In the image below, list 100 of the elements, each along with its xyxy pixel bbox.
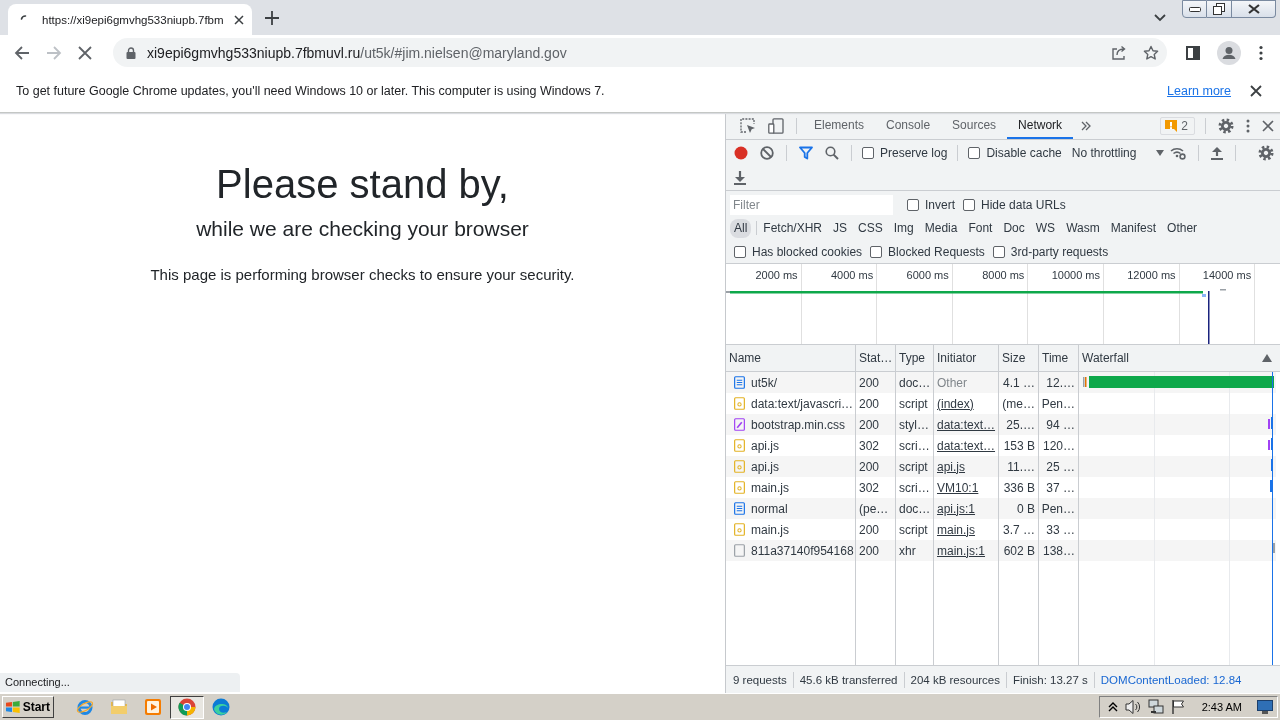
close-icon[interactable] bbox=[1262, 120, 1274, 132]
start-button[interactable]: Start bbox=[2, 696, 54, 718]
type-filter-button[interactable]: Img bbox=[889, 218, 918, 238]
initiator-link[interactable]: main.js:1 bbox=[937, 543, 986, 558]
settings-icon[interactable] bbox=[1258, 145, 1274, 161]
plus-icon[interactable] bbox=[265, 10, 279, 25]
devtools-tab[interactable]: Elements bbox=[803, 113, 876, 139]
caret-up-icon[interactable] bbox=[1107, 702, 1118, 712]
type-filter-button[interactable]: Doc bbox=[999, 218, 1029, 238]
menu-icon[interactable] bbox=[1259, 44, 1263, 61]
initiator-link[interactable]: VM10:1 bbox=[937, 480, 979, 495]
type-filter-button[interactable]: Other bbox=[1163, 218, 1202, 238]
filter-field[interactable]: Filter bbox=[730, 194, 893, 215]
request-name[interactable]: data:text/javascri… bbox=[751, 396, 854, 411]
close-icon bbox=[1247, 4, 1260, 14]
back-arrow-icon[interactable] bbox=[14, 44, 30, 61]
close-window-button[interactable] bbox=[1232, 0, 1276, 18]
type-filter-button[interactable]: CSS bbox=[854, 218, 887, 238]
column-header[interactable]: Waterfall bbox=[1079, 345, 1280, 371]
column-header[interactable]: Type bbox=[896, 345, 934, 371]
devtools-tab[interactable]: Network bbox=[1007, 113, 1074, 139]
checkbox[interactable] bbox=[968, 147, 981, 159]
close-icon[interactable] bbox=[234, 14, 244, 25]
devtools-tab[interactable]: Console bbox=[875, 113, 942, 139]
size-text: 4.1 … bbox=[1003, 375, 1035, 390]
type-filter-button[interactable]: Fetch/XHR bbox=[759, 218, 827, 238]
issues-button[interactable]: 2 bbox=[1160, 117, 1195, 135]
settings-icon[interactable] bbox=[1218, 118, 1234, 134]
column-header[interactable]: Initiator bbox=[934, 345, 999, 371]
double-chevron-icon[interactable] bbox=[1081, 121, 1092, 131]
initiator-link[interactable]: api.js:1 bbox=[937, 501, 976, 516]
restore-button[interactable] bbox=[1207, 0, 1232, 18]
record-icon[interactable] bbox=[734, 146, 748, 160]
inspect-icon[interactable] bbox=[740, 118, 756, 134]
checkbox[interactable] bbox=[734, 245, 746, 258]
clock[interactable]: 2:43 AM bbox=[1201, 701, 1242, 713]
download-icon[interactable] bbox=[734, 171, 746, 185]
type-filter-button[interactable]: WS bbox=[1031, 218, 1060, 238]
upload-icon[interactable] bbox=[1211, 146, 1224, 160]
column-header[interactable]: Time bbox=[1039, 345, 1079, 371]
blank-file-icon bbox=[734, 544, 745, 557]
show-desktop-icon[interactable] bbox=[1257, 700, 1273, 714]
star-icon[interactable] bbox=[1143, 44, 1159, 61]
checkbox[interactable] bbox=[870, 245, 883, 258]
devtools-tab[interactable]: Sources bbox=[941, 113, 1008, 139]
minimize-button[interactable] bbox=[1182, 0, 1207, 18]
device-icon[interactable] bbox=[768, 118, 784, 134]
request-name[interactable]: main.js bbox=[751, 522, 789, 537]
initiator-link[interactable]: data:text… bbox=[937, 438, 996, 453]
network-icon[interactable] bbox=[1147, 699, 1164, 715]
wifi-gear-icon[interactable] bbox=[1170, 146, 1187, 160]
learn-more-link[interactable]: Learn more bbox=[1167, 84, 1231, 98]
infobar-message: To get future Google Chrome updates, you'll need Windows 10 or later. This computer is using Windows 7. bbox=[16, 84, 605, 98]
type-filter-button[interactable]: Font bbox=[964, 218, 997, 238]
type-filter-button[interactable]: All bbox=[730, 218, 752, 238]
chevron-down-icon[interactable] bbox=[1154, 13, 1166, 22]
search-icon[interactable] bbox=[825, 146, 839, 160]
status-code: 200 bbox=[859, 396, 880, 411]
document-icon bbox=[734, 376, 745, 389]
size-text: 11.… bbox=[1007, 459, 1035, 474]
checkbox[interactable] bbox=[907, 198, 919, 211]
request-name[interactable]: bootstrap.min.css bbox=[751, 417, 846, 432]
type-filter-button[interactable]: Manifest bbox=[1106, 218, 1161, 238]
avatar-icon[interactable] bbox=[1217, 40, 1241, 65]
type-filter-button[interactable]: JS bbox=[829, 218, 852, 238]
initiator-link[interactable]: data:text… bbox=[937, 417, 996, 432]
column-header[interactable]: Stat… bbox=[856, 345, 896, 371]
clear-icon[interactable] bbox=[760, 146, 774, 160]
initiator-link[interactable]: api.js bbox=[937, 459, 965, 474]
checkbox-label: Hide data URLs bbox=[981, 197, 1066, 212]
page-title: Please stand by, bbox=[215, 161, 510, 208]
checkbox[interactable] bbox=[963, 198, 975, 211]
stop-icon[interactable] bbox=[78, 45, 92, 60]
address-bar[interactable]: xi9epi6gmvhg533niupb.7fbmuvl.ru/ut5k/#jim.nielsen@maryland.gov bbox=[113, 38, 1167, 67]
time-text: 12.… bbox=[1046, 375, 1075, 390]
timeline-tick-label: 6000 ms bbox=[906, 269, 949, 281]
request-name[interactable]: 811a37140f954168 bbox=[751, 543, 854, 558]
request-name[interactable]: api.js bbox=[751, 438, 779, 453]
column-header[interactable]: Name bbox=[726, 345, 856, 371]
side-panel-icon[interactable] bbox=[1186, 45, 1200, 60]
share-icon[interactable] bbox=[1111, 44, 1127, 61]
column-header[interactable]: Size bbox=[999, 345, 1039, 371]
request-name[interactable]: api.js bbox=[751, 459, 779, 474]
request-name[interactable]: normal bbox=[751, 501, 788, 516]
taskbar-button[interactable] bbox=[170, 695, 204, 719]
throttling-dropdown[interactable]: No throttling bbox=[1071, 146, 1165, 160]
filter-icon[interactable] bbox=[799, 146, 813, 160]
checkbox[interactable] bbox=[862, 147, 874, 159]
kebab-menu-icon[interactable] bbox=[1246, 119, 1250, 133]
type-filter-button[interactable]: Media bbox=[920, 218, 962, 238]
browser-tab[interactable]: https://xi9epi6gmvhg533niupb.7fbm bbox=[8, 4, 252, 35]
speaker-icon[interactable] bbox=[1124, 699, 1141, 715]
request-name[interactable]: main.js bbox=[751, 480, 789, 495]
close-icon[interactable] bbox=[1250, 85, 1262, 97]
flag-icon[interactable] bbox=[1170, 699, 1185, 715]
initiator-link[interactable]: main.js bbox=[937, 522, 975, 537]
checkbox[interactable] bbox=[992, 245, 1005, 258]
type-filter-button[interactable]: Wasm bbox=[1062, 218, 1104, 238]
initiator-link[interactable]: (index) bbox=[937, 396, 974, 411]
request-name[interactable]: ut5k/ bbox=[751, 375, 777, 390]
